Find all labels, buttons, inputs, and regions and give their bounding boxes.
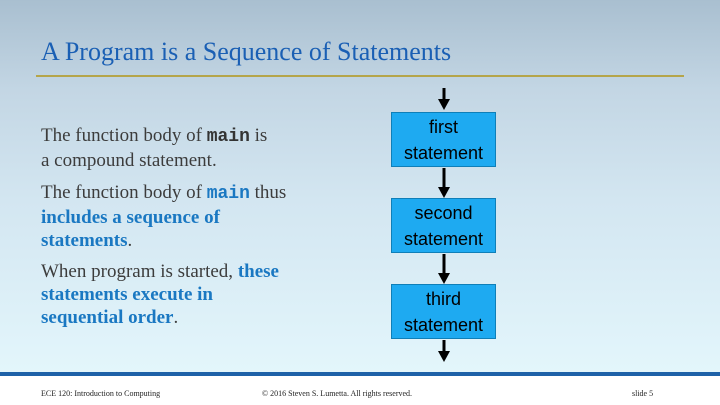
footer-course: ECE 120: Introduction to Computing xyxy=(41,389,161,398)
p3-emph-line2: statements execute in xyxy=(41,284,214,305)
flow-box-label-3b: statement xyxy=(403,314,484,335)
p2-code-main: main xyxy=(206,184,250,204)
flow-box-label-1a: first xyxy=(429,116,458,137)
p3-text-pre: When program is started, xyxy=(41,261,238,282)
p3-emph-a: these xyxy=(237,261,279,282)
footer-slide-number: slide 5 xyxy=(632,389,654,398)
p2-tail: . xyxy=(127,230,133,251)
flow-box-third-statement: third statement xyxy=(391,284,496,339)
down-arrow-icon xyxy=(434,88,454,110)
down-arrow-icon xyxy=(434,168,454,198)
paragraph-sequence: The function body of main thus includes a… xyxy=(41,181,286,252)
p2-text-post: thus xyxy=(249,182,287,203)
p2-text-pre: The function body of xyxy=(41,182,207,203)
p2-emph-line1: includes a sequence of xyxy=(41,207,220,228)
p1-line2: a compound statement. xyxy=(41,150,217,171)
flow-box-label-1b: statement xyxy=(403,142,484,163)
flow-box-first-statement: first statement xyxy=(391,112,496,167)
p1-code-main: main xyxy=(206,127,250,147)
slide: A Program is a Sequence of Statements Th… xyxy=(0,0,720,405)
p1-text-pre: The function body of xyxy=(41,125,207,146)
flow-box-label-2b: statement xyxy=(403,228,484,249)
flow-box-label-3a: third xyxy=(425,288,461,309)
title-divider xyxy=(36,75,684,77)
slide-title: A Program is a Sequence of Statements xyxy=(41,37,452,66)
p1-text-post: is xyxy=(249,125,268,146)
p3-tail: . xyxy=(173,307,179,328)
paragraph-compound-statement: The function body of main is a compound s… xyxy=(41,124,267,172)
p3-emph-line3: sequential order xyxy=(41,307,174,328)
paragraph-execution-order: When program is started, these statements… xyxy=(41,260,279,329)
down-arrow-icon xyxy=(434,254,454,284)
down-arrow-icon xyxy=(434,340,454,362)
flow-box-label-2a: second xyxy=(414,202,473,223)
footer-copyright: © 2016 Steven S. Lumetta. All rights res… xyxy=(262,389,413,398)
flow-box-second-statement: second statement xyxy=(391,198,496,253)
p2-emph-line2: statements xyxy=(41,230,128,251)
